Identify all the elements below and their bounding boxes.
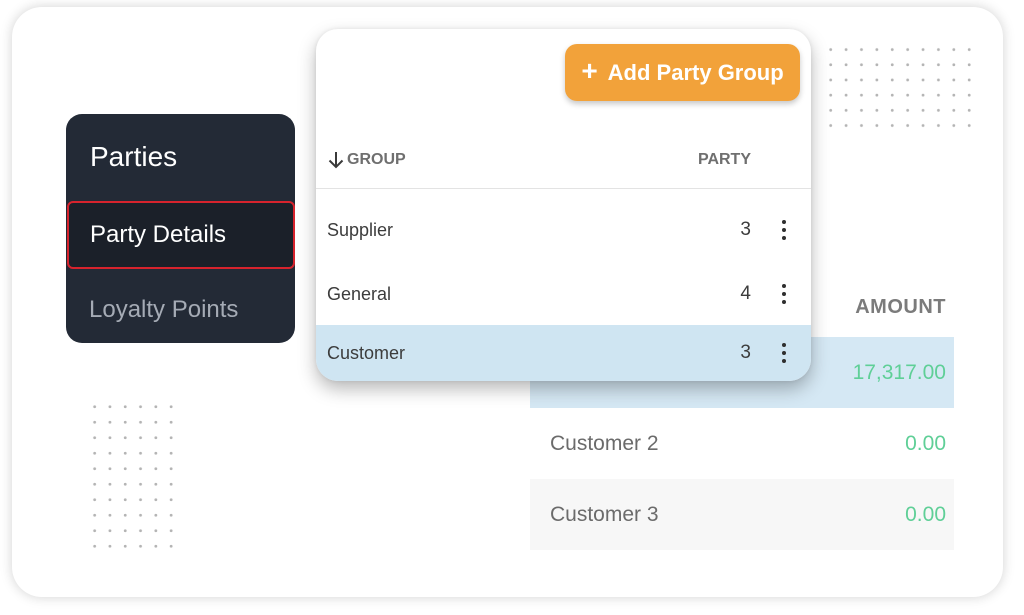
app-frame: Parties Party Details Loyalty Points AMO… bbox=[12, 7, 1003, 597]
sidebar: Parties Party Details Loyalty Points bbox=[66, 114, 295, 343]
decorative-dot-grid bbox=[87, 399, 179, 555]
party-count: 3 bbox=[740, 342, 751, 363]
sidebar-item-party-details[interactable]: Party Details bbox=[67, 201, 295, 269]
group-name: Customer bbox=[327, 342, 406, 363]
party-amount: 0.00 bbox=[905, 431, 946, 455]
sidebar-item-loyalty-points[interactable]: Loyalty Points bbox=[66, 277, 295, 343]
arrow-down-icon bbox=[328, 152, 344, 169]
column-header-group[interactable]: GROUP bbox=[328, 151, 406, 169]
add-party-group-button[interactable]: + Add Party Group bbox=[565, 44, 800, 101]
party-count: 3 bbox=[740, 219, 751, 240]
sidebar-item-label: Loyalty Points bbox=[89, 296, 239, 323]
group-name: General bbox=[327, 283, 392, 304]
table-row[interactable]: Customer 2 0.00 bbox=[530, 408, 954, 479]
decorative-dot-grid bbox=[823, 42, 978, 135]
add-party-group-label: Add Party Group bbox=[607, 59, 784, 85]
more-vertical-icon[interactable] bbox=[780, 284, 788, 304]
group-row[interactable]: General 4 bbox=[316, 262, 811, 326]
group-table-header: GROUP PARTY bbox=[316, 129, 811, 189]
more-vertical-icon[interactable] bbox=[780, 220, 788, 240]
more-vertical-icon[interactable] bbox=[780, 343, 788, 363]
party-count: 4 bbox=[740, 283, 751, 304]
party-name: Customer 3 bbox=[550, 502, 659, 526]
group-row-selected[interactable]: Customer 3 bbox=[316, 325, 811, 381]
party-name: Customer 2 bbox=[550, 431, 659, 455]
group-row[interactable]: Supplier 3 bbox=[316, 198, 811, 262]
party-amount: 0.00 bbox=[905, 502, 946, 526]
party-amount: 17,317.00 bbox=[852, 360, 946, 384]
column-header-party[interactable]: PARTY bbox=[698, 151, 751, 169]
sidebar-item-label: Party Details bbox=[90, 221, 227, 248]
column-header-group-label: GROUP bbox=[347, 151, 406, 168]
sidebar-title: Parties bbox=[90, 141, 178, 172]
party-group-card: + Add Party Group GROUP PARTY Supplier 3… bbox=[316, 29, 811, 381]
table-row[interactable]: Customer 3 0.00 bbox=[530, 479, 954, 550]
plus-icon: + bbox=[581, 55, 598, 86]
group-name: Supplier bbox=[327, 219, 394, 240]
